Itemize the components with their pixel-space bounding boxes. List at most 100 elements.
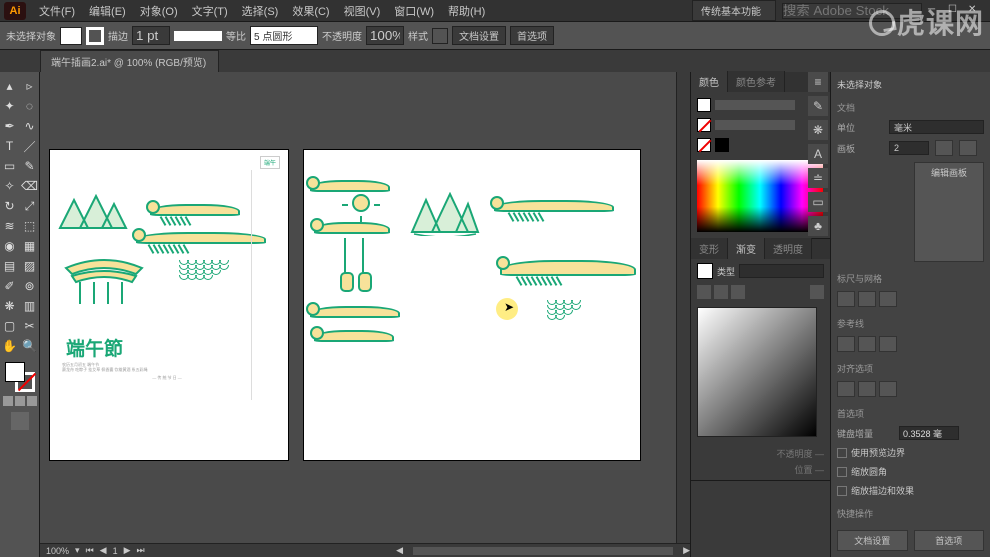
menu-view[interactable]: 视图(V): [337, 3, 388, 19]
pen-tool[interactable]: ✒: [1, 117, 19, 135]
document-tab[interactable]: 端午插画2.ai* @ 100% (RGB/预览): [40, 50, 219, 72]
gradient-preview[interactable]: [697, 307, 817, 437]
brush-shape-dropdown[interactable]: 5 点圆形: [250, 26, 318, 45]
ruler-button-1[interactable]: [837, 291, 855, 307]
symbol-sprayer-tool[interactable]: ❋: [1, 297, 19, 315]
eraser-tool[interactable]: ⌫: [21, 177, 39, 195]
color-mode-button[interactable]: [3, 396, 13, 406]
gradient-tool[interactable]: ▨: [21, 257, 39, 275]
gradient-freeform-icon[interactable]: [731, 285, 745, 299]
menu-effect[interactable]: 效果(C): [285, 3, 336, 19]
gradient-panel-tab[interactable]: 渐变: [728, 238, 765, 259]
ruler-button-3[interactable]: [879, 291, 897, 307]
color-guide-panel-tab[interactable]: 颜色参考: [728, 71, 785, 92]
scale-corners-checkbox[interactable]: [837, 467, 847, 477]
edit-artboards-button[interactable]: 编辑画板: [914, 162, 984, 262]
workspace-dropdown[interactable]: 传统基本功能: [692, 0, 776, 21]
gradient-linear-icon[interactable]: [697, 285, 711, 299]
color-spectrum[interactable]: [697, 160, 823, 232]
artboard-count-dropdown[interactable]: 2: [889, 141, 929, 155]
color-slider[interactable]: [715, 100, 795, 110]
brush-icon[interactable]: ✎: [808, 96, 828, 116]
scroll-right-icon[interactable]: ▶: [683, 545, 690, 556]
preferences-button[interactable]: 首选项: [510, 26, 554, 45]
guides-button-3[interactable]: [879, 336, 897, 352]
shaper-tool[interactable]: ✧: [1, 177, 19, 195]
blend-tool[interactable]: ⊚: [21, 277, 39, 295]
quick-preferences-button[interactable]: 首选项: [914, 530, 985, 551]
direct-selection-tool[interactable]: ▹: [21, 77, 39, 95]
gradient-swatch[interactable]: [697, 263, 713, 279]
eyedropper-tool[interactable]: ✐: [1, 277, 19, 295]
rectangle-tool[interactable]: ▭: [1, 157, 19, 175]
snap-button-1[interactable]: [837, 381, 855, 397]
magic-wand-tool[interactable]: ✦: [1, 97, 19, 115]
column-graph-tool[interactable]: ▥: [21, 297, 39, 315]
artboard-nav-first-icon[interactable]: ⏮: [86, 545, 94, 556]
swatch-black[interactable]: [715, 138, 729, 152]
stroke-profile-preview[interactable]: [174, 31, 222, 41]
zoom-tool[interactable]: 🔍: [21, 337, 39, 355]
scroll-left-icon[interactable]: ◀: [396, 545, 403, 556]
canvas-area[interactable]: 端午 端午節 农历五月初五 端午节 赛: [40, 72, 690, 557]
doc-setup-button[interactable]: 文档设置: [452, 26, 506, 45]
rotate-tool[interactable]: ↻: [1, 197, 19, 215]
screen-mode-button[interactable]: [11, 412, 29, 430]
artboard-nav-next-icon[interactable]: ▶: [124, 545, 131, 556]
stroke-weight-input[interactable]: [132, 26, 170, 45]
selection-tool[interactable]: ▴: [1, 77, 19, 95]
paintbrush-tool[interactable]: ✎: [21, 157, 39, 175]
type-icon[interactable]: A: [808, 144, 828, 164]
menu-window[interactable]: 窗口(W): [387, 3, 441, 19]
menu-edit[interactable]: 编辑(E): [82, 3, 133, 19]
curvature-tool[interactable]: ∿: [21, 117, 39, 135]
unit-dropdown[interactable]: 毫米: [889, 120, 984, 134]
artboard-nav-last-icon[interactable]: ⏭: [137, 545, 145, 556]
fill-swatch[interactable]: [60, 27, 82, 45]
type-tool[interactable]: T: [1, 137, 19, 155]
scale-tool[interactable]: ⤢: [21, 197, 39, 215]
layers-icon[interactable]: ≡: [808, 72, 828, 92]
menu-object[interactable]: 对象(O): [133, 3, 185, 19]
guides-button-2[interactable]: [858, 336, 876, 352]
hand-tool[interactable]: ✋: [1, 337, 19, 355]
slice-tool[interactable]: ✂: [21, 317, 39, 335]
snap-button-2[interactable]: [858, 381, 876, 397]
appearance-icon[interactable]: ♣: [808, 216, 828, 236]
scale-strokes-checkbox[interactable]: [837, 486, 847, 496]
gradient-mode-button[interactable]: [15, 396, 25, 406]
free-transform-tool[interactable]: ⬚: [21, 217, 39, 235]
transform-panel-tab[interactable]: 变形: [691, 238, 728, 259]
swatch-none[interactable]: [697, 138, 711, 152]
zoom-level[interactable]: 100%: [46, 546, 69, 556]
symbols-icon[interactable]: ❋: [808, 120, 828, 140]
menu-file[interactable]: 文件(F): [32, 3, 82, 19]
mesh-tool[interactable]: ▤: [1, 257, 19, 275]
shape-builder-tool[interactable]: ◉: [1, 237, 19, 255]
menu-select[interactable]: 选择(S): [235, 3, 286, 19]
menu-type[interactable]: 文字(T): [185, 3, 235, 19]
vertical-scrollbar[interactable]: [676, 72, 690, 543]
align-icon[interactable]: ≐: [808, 168, 828, 188]
artboard-nav-prev-icon[interactable]: ◀: [100, 545, 107, 556]
quick-doc-setup-button[interactable]: 文档设置: [837, 530, 908, 551]
graphic-style-dropdown[interactable]: [432, 28, 448, 44]
line-tool[interactable]: ／: [21, 137, 39, 155]
fill-stroke-control[interactable]: [5, 362, 35, 392]
preview-bounds-checkbox[interactable]: [837, 448, 847, 458]
width-tool[interactable]: ≋: [1, 217, 19, 235]
guides-button-1[interactable]: [837, 336, 855, 352]
opacity-input[interactable]: [366, 26, 404, 45]
color-slider[interactable]: [715, 120, 795, 130]
snap-button-3[interactable]: [879, 381, 897, 397]
gradient-radial-icon[interactable]: [714, 285, 728, 299]
artboard-tool[interactable]: ▢: [1, 317, 19, 335]
color-panel-tab[interactable]: 颜色: [691, 71, 728, 92]
color-fill-swatch[interactable]: [697, 98, 711, 112]
color-stroke-swatch[interactable]: [697, 118, 711, 132]
gradient-type-dropdown[interactable]: [739, 264, 824, 278]
ruler-button-2[interactable]: [858, 291, 876, 307]
gradient-reverse-icon[interactable]: [810, 285, 824, 299]
artboard-nav-index[interactable]: 1: [113, 546, 118, 556]
none-mode-button[interactable]: [27, 396, 37, 406]
